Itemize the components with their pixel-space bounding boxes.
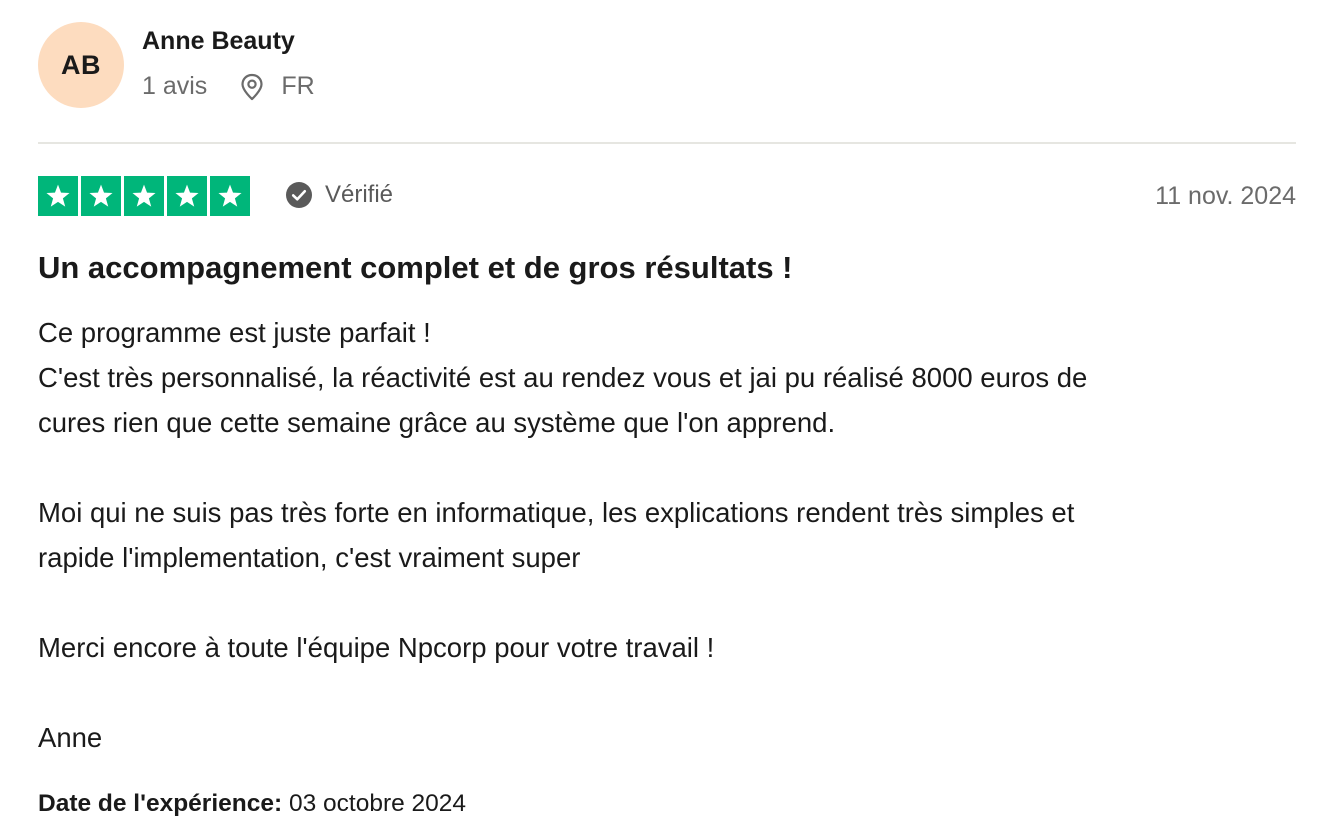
- star-icon: [210, 176, 250, 216]
- consumer-info[interactable]: AB Anne Beauty 1 avis FR: [38, 22, 638, 112]
- review-signature: Anne: [38, 722, 103, 753]
- star-icon: [38, 176, 78, 216]
- consumer-name[interactable]: Anne Beauty: [142, 27, 295, 56]
- consumer-meta: 1 avis FR: [142, 72, 315, 101]
- verified-label: Vérifié: [325, 181, 394, 208]
- review-text-line: Ce programme est juste parfait !: [38, 317, 431, 348]
- star-icon: [81, 176, 121, 216]
- star-rating: [38, 176, 250, 216]
- avatar-initials: AB: [61, 49, 101, 80]
- consumer-country: FR: [281, 72, 315, 100]
- review-text-line: Moi qui ne suis pas très forte en inform…: [38, 497, 1075, 528]
- verified-badge[interactable]: Vérifié: [285, 181, 393, 209]
- review-card: AB Anne Beauty 1 avis FR Vérifié 11 nov.…: [38, 0, 1296, 840]
- star-icon: [124, 176, 164, 216]
- review-count: 1 avis: [142, 72, 208, 100]
- review-date: 11 nov. 2024: [1155, 182, 1296, 210]
- review-text-line: cures rien que cette semaine grâce au sy…: [38, 407, 836, 438]
- star-icon: [167, 176, 207, 216]
- divider: [38, 142, 1296, 144]
- experience-date-value: 03 octobre 2024: [288, 790, 467, 817]
- review-title[interactable]: Un accompagnement complet et de gros rés…: [38, 250, 793, 286]
- rating-row: Vérifié 11 nov. 2024: [38, 176, 1296, 216]
- experience-date-label: Date de l'expérience:: [38, 790, 283, 817]
- review-text-line: rapide l'implementation, c'est vraiment …: [38, 542, 581, 573]
- check-circle-icon: [286, 182, 312, 208]
- review-body: Ce programme est juste parfait ! C'est t…: [38, 310, 1296, 760]
- avatar[interactable]: AB: [38, 22, 124, 108]
- location-pin-icon: [241, 73, 263, 100]
- review-text-line: C'est très personnalisé, la réactivité e…: [38, 362, 1088, 393]
- review-text-line: Merci encore à toute l'équipe Npcorp pou…: [38, 632, 715, 663]
- experience-date: Date de l'expérience: 03 octobre 2024: [38, 790, 466, 818]
